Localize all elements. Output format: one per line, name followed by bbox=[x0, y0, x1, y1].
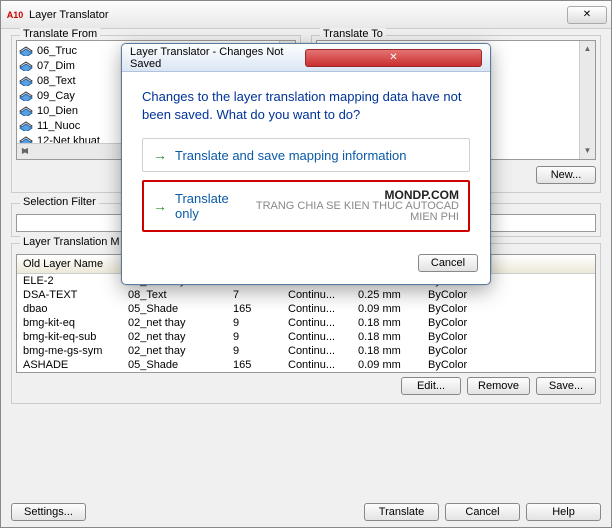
footer: Settings... Translate Cancel Help bbox=[11, 503, 601, 521]
table-cell: Continu... bbox=[282, 358, 352, 372]
table-cell: 9 bbox=[227, 330, 282, 344]
layer-icon bbox=[19, 91, 33, 101]
table-cell: ByColor bbox=[422, 302, 492, 316]
selection-filter-label: Selection Filter bbox=[20, 196, 99, 208]
new-button[interactable]: New... bbox=[536, 166, 596, 184]
layer-name: 11_Nuoc bbox=[37, 120, 80, 132]
table-cell: bmg-kit-eq-sub bbox=[17, 330, 122, 344]
changes-not-saved-dialog: Layer Translator - Changes Not Saved ✕ C… bbox=[121, 43, 491, 285]
table-row[interactable]: bmg-kit-eq-sub02_net thay9Continu...0.18… bbox=[17, 330, 595, 344]
table-cell: 7 bbox=[227, 288, 282, 302]
layer-translator-window: A10 Layer Translator ✕ From Translate Fr… bbox=[0, 0, 612, 528]
table-cell: 0.18 mm bbox=[352, 316, 422, 330]
layer-icon bbox=[19, 46, 33, 56]
translate-button[interactable]: Translate bbox=[364, 503, 439, 521]
option-translate-only[interactable]: → Translate only MONDP.COM TRANG CHIA SE… bbox=[142, 180, 470, 232]
table-body: ELE-202_net thay9Continu...0.18 mmByColo… bbox=[17, 274, 595, 372]
table-cell: 0.18 mm bbox=[352, 344, 422, 358]
layer-name: 10_Dien bbox=[37, 105, 78, 117]
cancel-button[interactable]: Cancel bbox=[445, 503, 520, 521]
titlebar: A10 Layer Translator ✕ bbox=[1, 1, 611, 29]
scroll-right-icon[interactable]: ▶ bbox=[17, 144, 33, 159]
table-cell: 165 bbox=[227, 358, 282, 372]
table-cell: 165 bbox=[227, 302, 282, 316]
dialog-titlebar: Layer Translator - Changes Not Saved ✕ bbox=[122, 44, 490, 72]
table-row[interactable]: dbao05_Shade165Continu...0.09 mmByColor bbox=[17, 302, 595, 316]
table-cell: ELE-2 bbox=[17, 274, 122, 288]
table-cell: 05_Shade bbox=[122, 302, 227, 316]
table-cell: 02_net thay bbox=[122, 344, 227, 358]
layer-name: 07_Dim bbox=[37, 60, 75, 72]
arrow-icon: → bbox=[153, 198, 167, 214]
table-cell: Continu... bbox=[282, 344, 352, 358]
table-cell: 05_Shade bbox=[122, 358, 227, 372]
table-row[interactable]: bmg-kit-eq02_net thay9Continu...0.18 mmB… bbox=[17, 316, 595, 330]
table-cell: 9 bbox=[227, 344, 282, 358]
dialog-close-button[interactable]: ✕ bbox=[305, 49, 482, 67]
table-cell: Continu... bbox=[282, 330, 352, 344]
table-cell: ByColor bbox=[422, 288, 492, 302]
table-cell: ByColor bbox=[422, 316, 492, 330]
arrow-icon: → bbox=[153, 147, 167, 163]
option-label: Translate only bbox=[175, 191, 242, 221]
translate-to-label: Translate To bbox=[320, 28, 386, 40]
column-header[interactable]: Old Layer Name bbox=[17, 255, 122, 273]
table-cell: 0.09 mm bbox=[352, 358, 422, 372]
layer-icon bbox=[19, 106, 33, 116]
remove-button[interactable]: Remove bbox=[467, 377, 530, 395]
table-cell: ASHADE bbox=[17, 358, 122, 372]
app-icon: A10 bbox=[7, 7, 23, 23]
table-cell: bmg-me-gs-sym bbox=[17, 344, 122, 358]
table-cell: dbao bbox=[17, 302, 122, 316]
table-cell: ByColor bbox=[422, 358, 492, 372]
layer-name: 06_Truc bbox=[37, 45, 77, 57]
table-cell: 08_Text bbox=[122, 288, 227, 302]
table-cell: DSA-TEXT bbox=[17, 288, 122, 302]
dialog-message: Changes to the layer translation mapping… bbox=[142, 88, 470, 124]
layer-icon bbox=[19, 76, 33, 86]
table-cell: ByColor bbox=[422, 330, 492, 344]
table-cell: 0.09 mm bbox=[352, 302, 422, 316]
save-button[interactable]: Save... bbox=[536, 377, 596, 395]
layer-name: 09_Cay bbox=[37, 90, 75, 102]
table-cell: Continu... bbox=[282, 288, 352, 302]
table-cell: Continu... bbox=[282, 316, 352, 330]
table-cell: 0.25 mm bbox=[352, 288, 422, 302]
layer-icon bbox=[19, 121, 33, 131]
dialog-title: Layer Translator - Changes Not Saved bbox=[130, 46, 305, 70]
table-row[interactable]: bmg-me-gs-sym02_net thay9Continu...0.18 … bbox=[17, 344, 595, 358]
option-translate-and-save[interactable]: → Translate and save mapping information bbox=[142, 138, 470, 172]
layer-icon bbox=[19, 61, 33, 71]
table-cell: 0.18 mm bbox=[352, 330, 422, 344]
settings-button[interactable]: Settings... bbox=[11, 503, 86, 521]
layer-translation-mappings-label: Layer Translation M bbox=[20, 236, 123, 248]
option-label: Translate and save mapping information bbox=[175, 148, 406, 163]
table-cell: bmg-kit-eq bbox=[17, 316, 122, 330]
table-cell: Continu... bbox=[282, 302, 352, 316]
scroll-up-icon[interactable]: ▲ bbox=[580, 41, 595, 57]
close-button[interactable]: ✕ bbox=[567, 6, 607, 24]
scroll-down-icon[interactable]: ▼ bbox=[580, 143, 595, 159]
edit-button[interactable]: Edit... bbox=[401, 377, 461, 395]
translate-from-label-text: Translate From bbox=[20, 28, 100, 40]
layer-name: 08_Text bbox=[37, 75, 76, 87]
table-row[interactable]: DSA-TEXT08_Text7Continu...0.25 mmByColor bbox=[17, 288, 595, 302]
window-title: Layer Translator bbox=[29, 9, 567, 21]
table-cell: 02_net thay bbox=[122, 330, 227, 344]
table-row[interactable]: ASHADE05_Shade165Continu...0.09 mmByColo… bbox=[17, 358, 595, 372]
dialog-cancel-button[interactable]: Cancel bbox=[418, 254, 478, 272]
table-cell: 02_net thay bbox=[122, 316, 227, 330]
table-cell: ByColor bbox=[422, 344, 492, 358]
watermark: MONDP.COM TRANG CHIA SE KIEN THUC AUTOCA… bbox=[250, 189, 459, 223]
table-cell: 9 bbox=[227, 316, 282, 330]
scrollbar-vertical[interactable]: ▲ ▼ bbox=[579, 41, 595, 159]
help-button[interactable]: Help bbox=[526, 503, 601, 521]
